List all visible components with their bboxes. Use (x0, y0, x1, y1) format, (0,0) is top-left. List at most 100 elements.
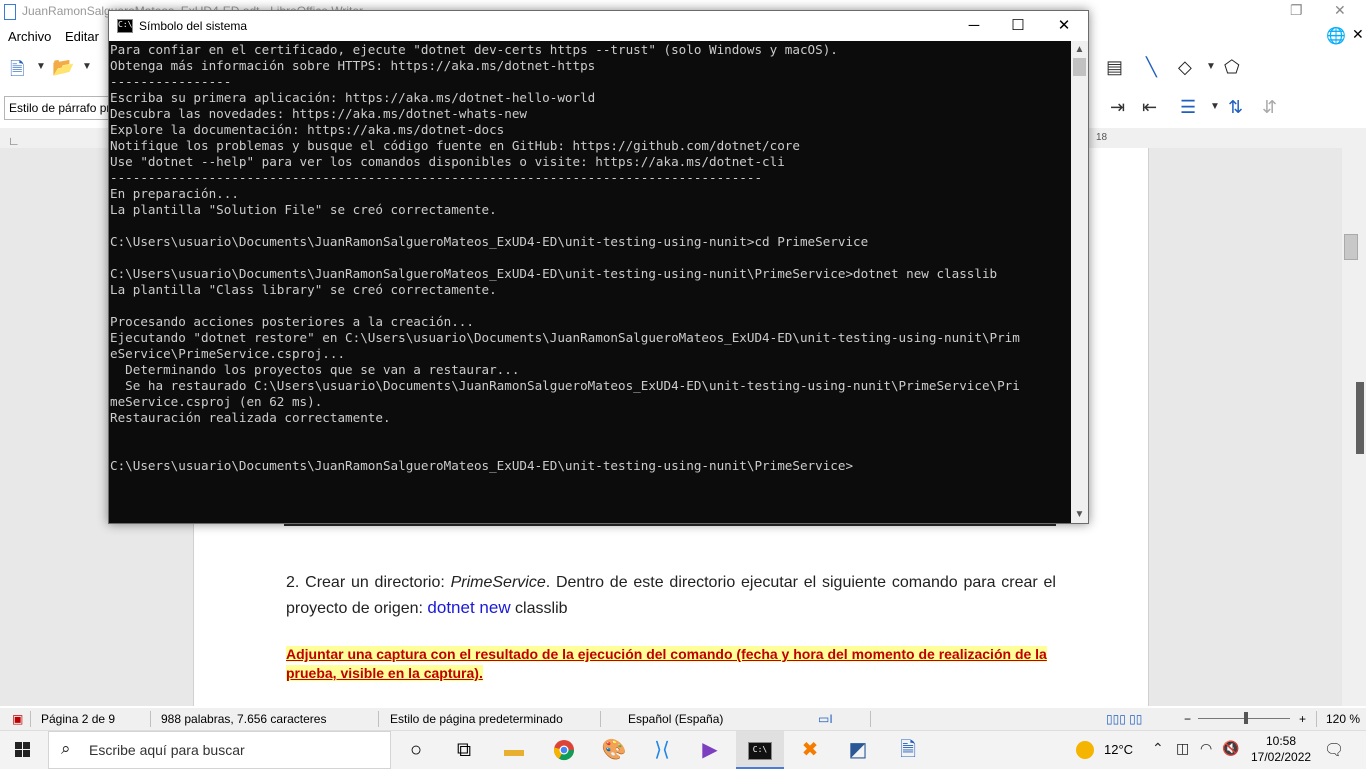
ruler-number: 18 (1096, 132, 1108, 143)
file-explorer-icon[interactable]: ▬ (490, 731, 538, 769)
console-line: Para confiar en el certificado, ejecute … (110, 42, 838, 57)
vscode-icon[interactable]: ⟩⟨ (638, 731, 686, 769)
cmd-console-output[interactable]: Para confiar en el certificado, ejecute … (109, 41, 1071, 523)
writer-statusbar: ▣ Página 2 de 9 988 palabras, 7.656 cara… (0, 708, 1366, 730)
cmd-vertical-scrollbar[interactable]: ▲ ▼ (1071, 41, 1088, 523)
console-line: Descubra las novedades: https://aka.ms/d… (110, 106, 528, 121)
draw-functions-icon[interactable]: ⬠ (1224, 58, 1240, 76)
start-button[interactable] (0, 731, 46, 769)
tray-chevron-up-icon[interactable]: ⌃ (1152, 740, 1164, 757)
console-line: La plantilla "Class library" se creó cor… (110, 282, 497, 297)
status-language[interactable]: Español (España) (628, 712, 723, 726)
status-page-style[interactable]: Estilo de página predeterminado (390, 712, 563, 726)
menu-archivo[interactable]: Archivo (8, 29, 51, 44)
shapes-dropdown-icon[interactable]: ▼ (1206, 62, 1216, 72)
chrome-icon[interactable] (540, 731, 588, 769)
cmd-window-icon[interactable]: C:\ (117, 19, 133, 33)
console-line: Determinando los proyectos que se van a … (110, 362, 520, 377)
volume-muted-icon[interactable]: 🔇 (1222, 740, 1239, 757)
document-scroll-thumb[interactable] (1344, 234, 1358, 260)
close-document-icon[interactable]: ✕ (1352, 26, 1364, 43)
decrease-indent-icon[interactable]: ⇤ (1142, 98, 1157, 116)
step2-prefix: 2. Crear un directorio: (286, 574, 451, 591)
console-line: Restauración realizada correctamente. (110, 410, 391, 425)
notifications-icon[interactable]: 🗨 (1324, 740, 1344, 760)
tray-app-icon[interactable]: ◫ (1176, 740, 1189, 757)
cmd-title: Símbolo del sistema (139, 19, 248, 33)
weather-temperature[interactable]: 12°C (1104, 742, 1133, 757)
step2-dir-name: PrimeService (450, 574, 546, 591)
xampp-icon[interactable]: ✖ (786, 731, 834, 769)
taskbar-search-box[interactable]: ⌕ Escribe aquí para buscar (48, 731, 391, 769)
writer-close-icon[interactable]: ✕ (1334, 2, 1346, 19)
command-prompt-window[interactable]: C:\ Símbolo del sistema ─ ☐ ✕ Para confi… (108, 10, 1089, 524)
clock-time: 10:58 (1265, 734, 1297, 748)
writer-restore-icon[interactable]: ❐ (1290, 2, 1303, 19)
console-line: ---------------- (110, 74, 232, 89)
console-line: Escriba su primera aplicación: https://a… (110, 90, 596, 105)
zoom-slider-thumb[interactable] (1244, 712, 1248, 724)
insert-mode-icon[interactable]: ▭I (818, 712, 833, 726)
console-line: C:\Users\usuario\Documents\JuanRamonSalg… (110, 266, 998, 281)
console-line: La plantilla "Solution File" se creó cor… (110, 202, 497, 217)
cmd-scroll-up-icon[interactable]: ▲ (1071, 41, 1088, 58)
visual-studio-icon[interactable]: ▶ (686, 731, 734, 769)
cmd-close-button[interactable]: ✕ (1041, 11, 1087, 41)
chart-icon[interactable]: ▤ (1106, 58, 1123, 76)
command-prompt-task-icon[interactable]: C:\ (736, 731, 784, 769)
paint-icon[interactable]: 🎨 (590, 731, 638, 769)
cortana-icon[interactable]: ○ (392, 731, 440, 769)
console-line: Notifique los problemas y busque el códi… (110, 138, 800, 153)
tab-stop-icon[interactable]: ∟ (8, 134, 20, 148)
basic-shapes-icon[interactable]: ◇ (1178, 58, 1192, 76)
document-paragraph-step2[interactable]: 2. Crear un directorio: PrimeService. De… (286, 570, 1056, 621)
windows-taskbar: ⌕ Escribe aquí para buscar ○ ⧉ ▬ 🎨 ⟩⟨ ▶ … (0, 730, 1366, 769)
writer-doc-icon (4, 4, 16, 20)
libreoffice-writer-icon[interactable]: 🗎 (884, 731, 932, 769)
status-words[interactable]: 988 palabras, 7.656 caracteres (161, 712, 326, 726)
paragraph-spacing-decrease-icon[interactable]: ⇵ (1262, 98, 1277, 116)
taskbar-clock[interactable]: 10:58 17/02/2022 (1251, 733, 1311, 765)
line-spacing-dropdown-icon[interactable]: ▼ (1210, 102, 1220, 112)
cmd-scroll-thumb[interactable] (1073, 58, 1086, 76)
windows-logo-icon (15, 742, 30, 757)
weather-sun-icon[interactable] (1076, 741, 1094, 759)
console-line: Use "dotnet --help" para ver los comando… (110, 154, 785, 169)
sidebar-toggle-handle[interactable] (1356, 382, 1364, 454)
cmd-titlebar[interactable]: C:\ Símbolo del sistema ─ ☐ ✕ (109, 11, 1088, 41)
menu-editar[interactable]: Editar (65, 29, 99, 44)
new-dropdown-icon[interactable]: ▼ (36, 62, 46, 72)
cmd-maximize-button[interactable]: ☐ (995, 11, 1041, 41)
status-page[interactable]: Página 2 de 9 (41, 712, 115, 726)
task-view-icon[interactable]: ⧉ (440, 731, 488, 769)
console-line: Explore la documentación: https://aka.ms… (110, 122, 505, 137)
open-folder-icon[interactable]: 📂 (52, 58, 74, 76)
console-line: ----------------------------------------… (110, 170, 763, 185)
wifi-icon[interactable]: ◠ (1200, 740, 1212, 757)
line-icon[interactable]: ╲ (1146, 58, 1157, 76)
new-document-icon[interactable]: 🗎 (10, 60, 24, 78)
increase-indent-icon[interactable]: ⇥ (1110, 98, 1125, 116)
zoom-out-icon[interactable]: − (1184, 712, 1191, 726)
document-paragraph-instruction[interactable]: Adjuntar una captura con el resultado de… (286, 645, 1056, 683)
line-spacing-icon[interactable]: ☰ (1180, 98, 1196, 116)
cmd-scroll-down-icon[interactable]: ▼ (1071, 506, 1088, 523)
paragraph-spacing-icon[interactable]: ⇅ (1228, 98, 1243, 116)
globe-icon[interactable]: 🌐 (1326, 26, 1346, 46)
console-line: Procesando acciones posteriores a la cre… (110, 314, 474, 329)
status-zoom[interactable]: 120 % (1326, 712, 1360, 726)
cmd-minimize-button[interactable]: ─ (951, 11, 997, 41)
console-line: C:\Users\usuario\Documents\JuanRamonSalg… (110, 234, 869, 249)
step2-command: dotnet new (427, 598, 511, 617)
document-vertical-scrollbar[interactable] (1342, 148, 1366, 706)
instruction-text: Adjuntar una captura con el resultado de… (286, 646, 1047, 681)
zoom-in-icon[interactable]: + (1299, 712, 1306, 726)
network-tool-icon[interactable]: ◩ (834, 731, 882, 769)
open-dropdown-icon[interactable]: ▼ (82, 62, 92, 72)
view-layout-icons[interactable]: ▯▯▯ ▯▯ (1106, 712, 1142, 726)
document-modified-icon[interactable]: ▣ (12, 712, 23, 726)
console-line: Ejecutando "dotnet restore" en C:\Users\… (110, 330, 1020, 345)
